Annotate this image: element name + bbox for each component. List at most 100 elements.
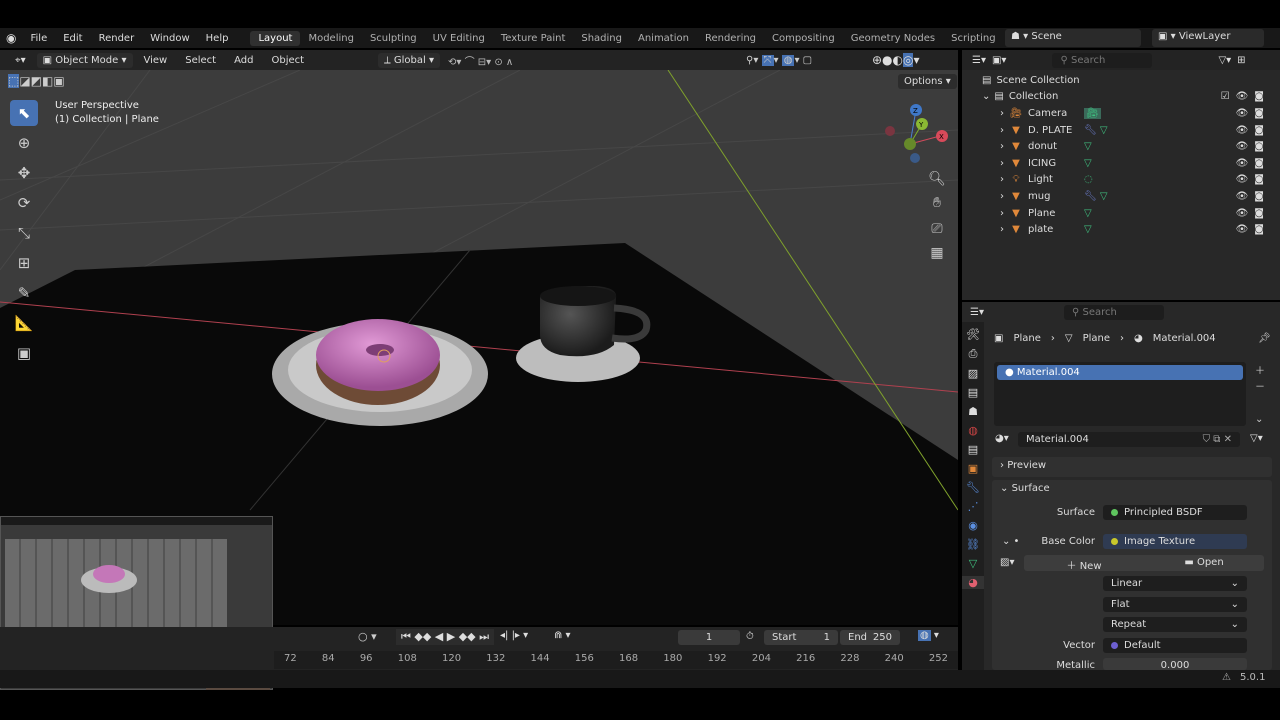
tab-sculpting[interactable]: Sculpting [362,31,425,46]
visibility-toggles[interactable]: 👁︎◙ [1236,108,1270,119]
tab-compositing[interactable]: Compositing [764,31,843,46]
view-layer-selector[interactable]: ▣ ▾ ViewLayer [1152,29,1264,47]
tab-texture-paint[interactable]: Texture Paint [493,31,574,46]
expand-icon[interactable]: › [1000,125,1004,136]
menu-view[interactable]: View [137,53,175,68]
filter-icon[interactable]: ▽▾ [1218,55,1231,66]
visibility-toggles[interactable]: 👁︎◙ [1236,158,1270,169]
outliner-search[interactable]: ⚲ Search [1052,52,1153,68]
move-icon[interactable]: ✥ [10,160,38,186]
visibility-toggles[interactable]: 👁︎◙ [1236,208,1270,219]
data-tab-icon[interactable]: ▽ [969,557,977,570]
world-tab-icon[interactable]: ◍ [968,424,978,437]
outliner-item[interactable]: › ▼ plate ▽ 👁︎◙ [962,221,1280,238]
end-frame-field[interactable]: End 250 [840,630,900,645]
outliner-item[interactable]: › ▼ mug 🔧︎ ▽ 👁︎◙ [962,188,1280,205]
render-tab-icon[interactable]: ⎙ [969,347,978,361]
metallic-slider[interactable]: 0.000 [1103,658,1247,670]
mode-dropdown[interactable]: ▣ Object Mode ▾ [36,52,133,68]
outliner-item[interactable]: › ▼ ICING ▽ 👁︎◙ [962,155,1280,172]
display-mode-icon[interactable]: ☰▾ [972,55,986,66]
transform-icon[interactable]: ⊞ [10,250,38,276]
expand-icon[interactable]: › [1000,174,1004,185]
rotate-icon[interactable]: ⟳ [10,190,38,216]
material-slot[interactable]: ● Material.004 [997,365,1243,380]
view-layer-tab-icon[interactable]: ▤ [968,386,978,399]
annotate-icon[interactable]: ✎ [10,280,38,306]
keyframe-toggle[interactable]: ○ ▾ [358,630,377,643]
outliner-item[interactable]: › 🎥︎ Camera 🎥︎ 👁︎◙ [962,105,1280,122]
tab-uv-editing[interactable]: UV Editing [425,31,493,46]
collection-row[interactable]: ⌄ ▤ Collection ☑👁︎◙ [962,89,1280,106]
link-mode-icon[interactable]: ▽▾ [1250,433,1263,444]
tab-layout[interactable]: Layout [250,30,301,46]
expand-icon[interactable]: › [1000,224,1004,235]
measure-icon[interactable]: 📐 [10,310,38,336]
menu-object[interactable]: Object [264,53,311,68]
menu-edit[interactable]: Edit [55,33,90,44]
tool-tab-icon[interactable]: 🛠︎ [966,328,980,341]
output-tab-icon[interactable]: ▨ [968,367,978,380]
visibility-toggles[interactable]: 👁︎◙ [1236,191,1270,202]
tab-shading[interactable]: Shading [573,31,630,46]
visibility-toggles[interactable]: 👁︎◙ [1236,174,1270,185]
collection-tab-icon[interactable]: ▤ [968,443,978,456]
expand-icon[interactable]: › [1000,208,1004,219]
tab-geometry-nodes[interactable]: Geometry Nodes [843,31,943,46]
visibility-toggles[interactable]: 👁︎◙ [1236,141,1270,152]
surface-panel-header[interactable]: ⌄ Surface [992,480,1272,497]
base-color-field[interactable]: Image Texture [1103,534,1247,549]
modifier-tab-icon[interactable]: 🔧︎ [966,481,980,494]
menu-help[interactable]: Help [198,33,237,44]
menu-add[interactable]: Add [227,53,260,68]
object-tab-icon[interactable]: ▣ [968,462,978,475]
visibility-toggles[interactable]: 👁︎◙ [1236,125,1270,136]
add-cube-icon[interactable]: ▣ [10,340,38,366]
frame-ruler[interactable]: 72 84 96 108 120 132 144 156 168 180 192 204 216 228 2… [274,651,958,669]
extension-dropdown[interactable]: Repeat ⌄ [1103,617,1247,632]
expand-icon[interactable]: › [1000,158,1004,169]
outliner-item[interactable]: › ▼ D. PLATE 🔧︎ ▽ 👁︎◙ [962,122,1280,139]
properties-search[interactable]: ⚲ Search [1063,304,1164,320]
playback-controls[interactable]: ⏮ ◆◆ ◀ ▶ ◆◆ ⏭ [396,629,495,645]
expand-icon[interactable]: › [1000,108,1004,119]
visibility-gizmo-overlay-icons[interactable]: ⚲▾ ⤧ ▾ ◍ ▾ ▢ [746,54,812,66]
new-collection-icon[interactable]: ⊞ [1237,55,1245,66]
current-frame-field[interactable]: 1 [678,630,740,645]
surface-shader-field[interactable]: Principled BSDF [1103,505,1247,520]
physics-tab-icon[interactable]: ◉ [968,519,978,532]
constraints-tab-icon[interactable]: ⛓︎ [966,538,980,551]
shading-mode-buttons[interactable]: ⊕●◐◎▾ [872,53,920,67]
expand-icon[interactable]: › [1000,191,1004,202]
scale-icon[interactable]: ⤡ [10,220,38,246]
menu-render[interactable]: Render [91,33,143,44]
options-dropdown[interactable]: Options ▾ [898,74,957,89]
tab-rendering[interactable]: Rendering [697,31,764,46]
cursor-icon[interactable]: ⊕ [10,130,38,156]
menu-select[interactable]: Select [178,53,223,68]
navigation-gizmo[interactable]: Z X Y [880,100,950,170]
editor-type-icon[interactable]: ☰▾ [970,307,984,318]
tab-scripting[interactable]: Scripting [943,31,1003,46]
menu-window[interactable]: Window [142,33,197,44]
auto-keying-icon[interactable]: ⋒ ▾ [554,630,571,641]
start-frame-field[interactable]: Start 1 [764,630,838,645]
select-box-icon[interactable]: ⬉ [10,100,38,126]
keyframe-jump-buttons[interactable]: ◂| |▸ ▾ [500,630,528,641]
sync-icon[interactable]: ◍ ▾ [918,630,939,641]
vector-field[interactable]: Default [1103,638,1247,653]
particles-tab-icon[interactable]: ⋰ [968,500,979,513]
pan-hand-icon[interactable]: ✋︎ [926,192,948,214]
blender-logo-icon[interactable]: ◉ [0,31,22,45]
zoom-icon[interactable]: 🔍︎ [926,168,948,190]
interpolation-dropdown[interactable]: Linear ⌄ [1103,576,1247,591]
orientation-dropdown[interactable]: ⟂ Global ▾ [378,52,440,68]
pivot-snap-proportional-icons[interactable]: ⟲▾ ⌒ ⊟▾ ⊙ ∧ [448,53,513,68]
visibility-toggles[interactable]: ☑👁︎◙ [1221,91,1270,102]
scene-selector[interactable]: ☗ ▾ Scene [1005,29,1141,47]
tab-modeling[interactable]: Modeling [300,31,362,46]
projection-dropdown[interactable]: Flat ⌄ [1103,597,1247,612]
scene-tab-icon[interactable]: ☗ [968,405,978,418]
pin-icon[interactable]: 📌︎ [1258,333,1271,344]
editor-type-button[interactable]: ⌖▾ [8,53,33,68]
